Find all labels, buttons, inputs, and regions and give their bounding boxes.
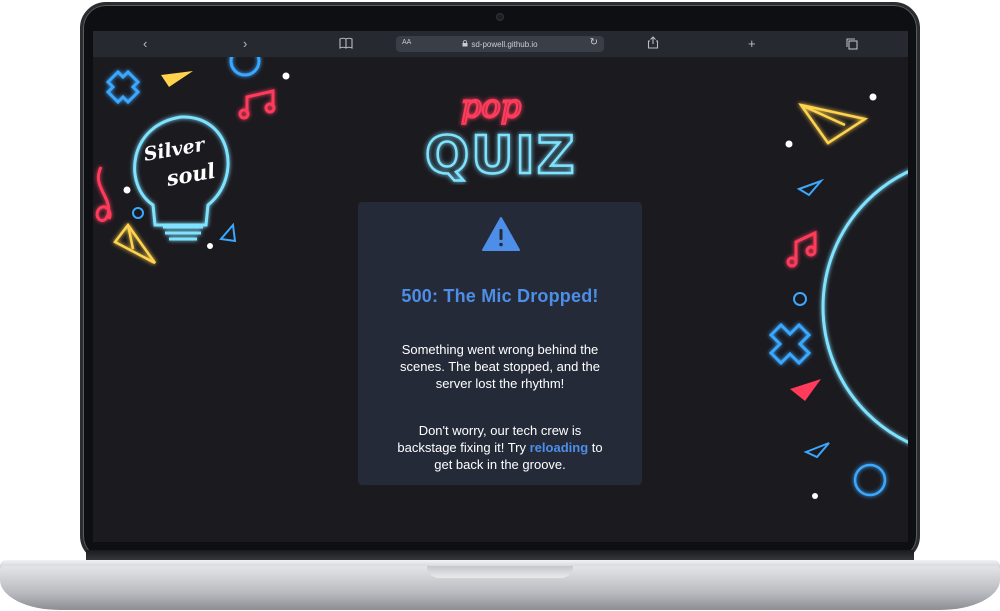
brand-logo-top: Silver [142, 133, 208, 166]
lightbulb-icon [133, 115, 230, 241]
pop-quiz-logo: pop QUIZ [424, 86, 576, 185]
share-icon[interactable] [647, 36, 659, 54]
reload-link[interactable]: reloading [530, 440, 589, 455]
logo-quiz-text: QUIZ [425, 126, 576, 185]
logo-pop-text: pop [461, 87, 521, 125]
screen: ‹ › AA sd-powell.github.io ↻ + Silver so… [93, 31, 908, 542]
dot-icon [207, 243, 213, 249]
triangle-icon [803, 442, 830, 459]
back-button[interactable]: ‹ [143, 35, 147, 53]
book-icon[interactable] [339, 36, 353, 54]
text-size-button[interactable]: AA [402, 39, 411, 46]
music-note-icon [786, 230, 817, 268]
new-tab-button[interactable]: + [748, 35, 756, 53]
triangle-icon [219, 222, 237, 243]
dot-icon [812, 493, 818, 499]
forward-button[interactable]: › [243, 35, 247, 53]
treble-clef-icon [95, 166, 112, 222]
browser-toolbar: ‹ › AA sd-powell.github.io ↻ + [93, 31, 908, 57]
music-note-icon [238, 89, 276, 120]
triangle-icon [790, 379, 821, 401]
error-message: Something went wrong behind the scenes. … [400, 342, 600, 391]
large-circle-icon [821, 170, 908, 444]
tabs-icon[interactable] [846, 37, 858, 55]
cross-icon [768, 322, 812, 366]
brand-logo-bottom: soul [164, 158, 218, 191]
lock-icon [462, 39, 468, 49]
page-content: Silver soul pop QUIZ 500: The Mic Droppe… [93, 57, 908, 542]
error-help-text: Don't worry, our tech crew is backstage … [388, 422, 612, 473]
dot-icon [282, 72, 290, 80]
reload-icon[interactable]: ↻ [590, 37, 598, 48]
address-bar[interactable]: AA sd-powell.github.io ↻ [396, 36, 604, 52]
laptop-notch [427, 566, 573, 578]
dot-icon [123, 186, 131, 194]
dot-icon [785, 140, 793, 148]
camera-icon [496, 13, 504, 21]
triangle-icon [161, 71, 193, 87]
circle-icon [229, 57, 261, 77]
triangle-icon [796, 178, 825, 197]
circle-icon [853, 463, 887, 497]
error-title: 500: The Mic Dropped! [401, 286, 599, 306]
triangle-icon [113, 222, 157, 265]
triangle-icon [798, 103, 869, 145]
cross-icon [105, 69, 141, 105]
circle-icon [132, 207, 144, 219]
warning-icon [482, 217, 520, 251]
url-text: sd-powell.github.io [471, 39, 538, 49]
dot-icon [869, 93, 877, 101]
laptop-mockup: ‹ › AA sd-powell.github.io ↻ + Silver so… [0, 0, 1000, 611]
error-card: 500: The Mic Dropped! Something went wro… [358, 202, 642, 485]
circle-icon [793, 292, 807, 306]
